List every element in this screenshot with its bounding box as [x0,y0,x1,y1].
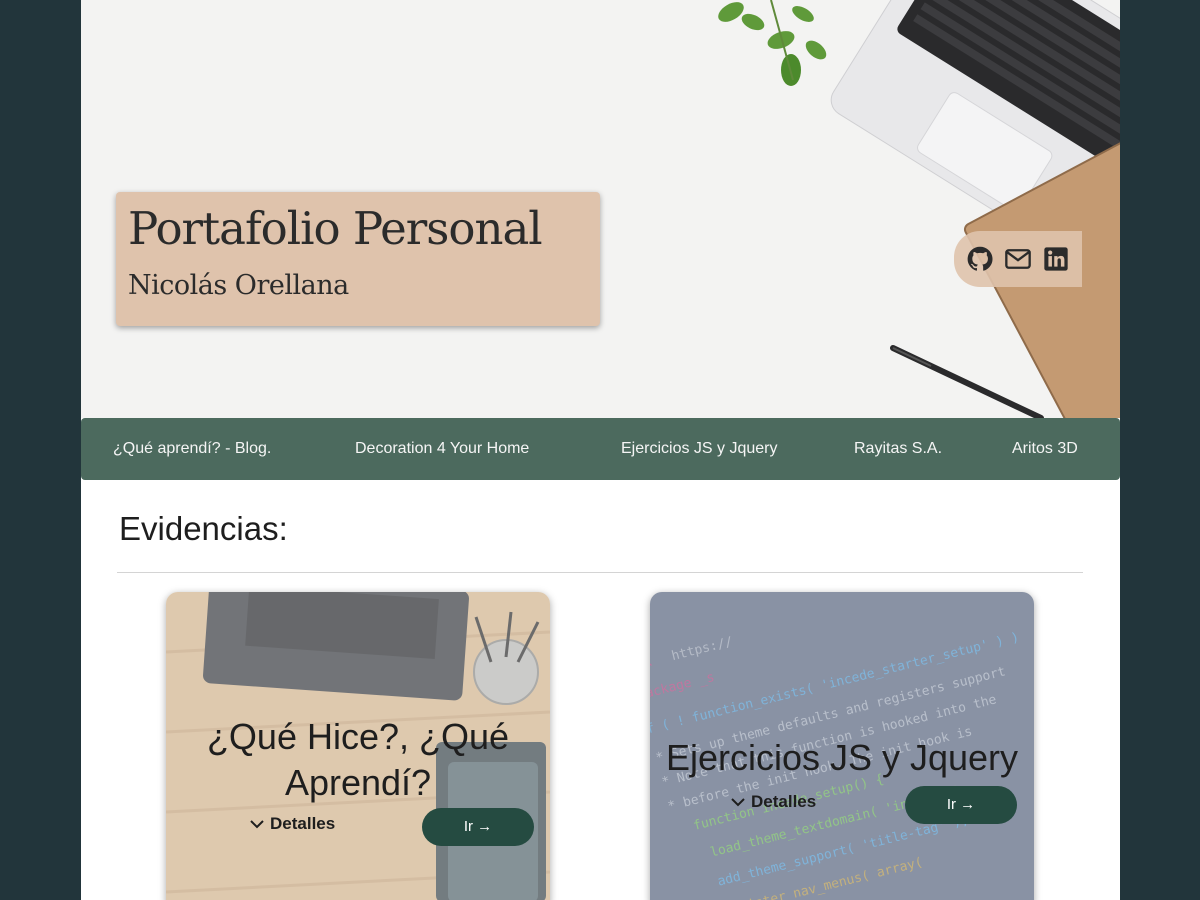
card-title: ¿Qué Hice?, ¿Qué Aprendí? [206,716,510,803]
section-divider [117,572,1083,573]
card-title: Ejercicios JS y Jquery [665,737,1019,778]
details-toggle[interactable]: Detalles [250,814,335,834]
go-button[interactable]: Ir → [905,786,1017,824]
title-card: Portafolio Personal Nicolás Orellana [116,192,600,326]
chevron-down-icon [731,798,745,807]
nav-item-decoration[interactable]: Decoration 4 Your Home [355,418,529,480]
nav-item-rayitas[interactable]: Rayitas S.A. [854,418,942,480]
details-label: Detalles [751,792,817,811]
project-card-blog: ¿Qué Hice?, ¿Qué Aprendí? Detalles Ir → [166,592,550,900]
go-button[interactable]: Ir → [422,808,534,846]
section-heading: Evidencias: [119,510,288,547]
nav-item-ejercicios[interactable]: Ejercicios JS y Jquery [621,418,778,480]
page-title: Portafolio Personal [128,202,543,255]
details-toggle[interactable]: Detalles [731,792,816,812]
nav-item-blog[interactable]: ¿Qué aprendí? - Blog. [113,418,271,480]
main-nav: ¿Qué aprendí? - Blog. Decoration 4 Your … [81,418,1120,480]
hero-banner: Portafolio Personal Nicolás Orellana [81,0,1120,418]
details-label: Detalles [270,814,336,833]
mail-icon[interactable] [1004,245,1032,273]
project-card-ejercicios: @link https:// @package _s if ( ! functi… [650,592,1034,900]
social-links [954,231,1082,287]
chevron-down-icon [250,820,264,829]
page: Portafolio Personal Nicolás Orellana ¿Qu… [81,0,1120,900]
github-icon[interactable] [966,245,994,273]
author-name: Nicolás Orellana [128,270,349,301]
nav-item-aritos[interactable]: Aritos 3D [1012,418,1078,480]
linkedin-icon[interactable] [1042,245,1070,273]
